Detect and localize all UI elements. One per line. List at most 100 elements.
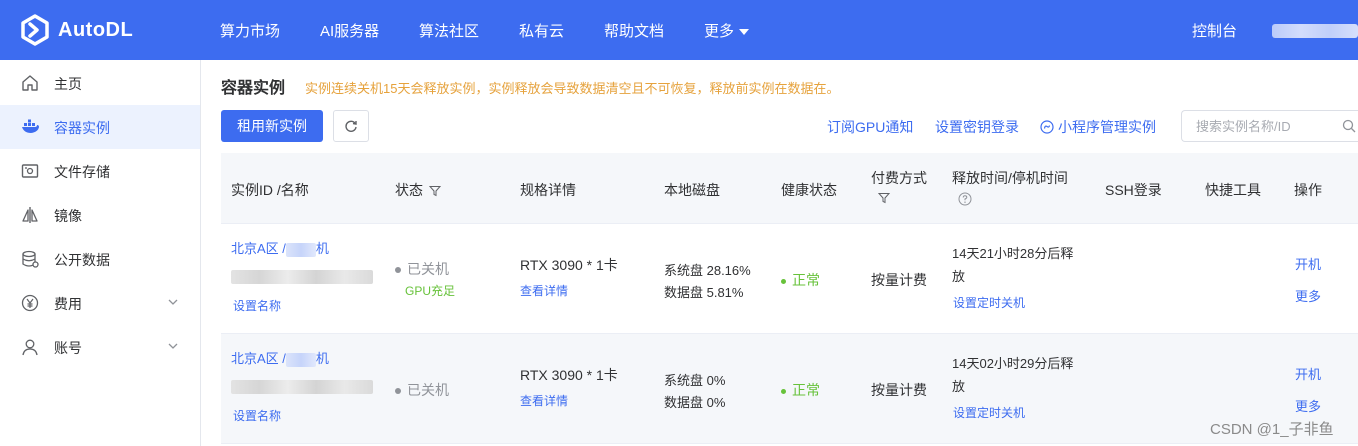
scheduled-shutdown-link[interactable]: 设置定时关机 [953, 404, 1025, 421]
system-disk-usage: 系统盘 28.16% [664, 263, 751, 278]
subscribe-gpu-notification-link[interactable]: 订阅GPU通知 [827, 117, 913, 137]
col-local-disk: 本地磁盘 [664, 182, 720, 198]
power-on-button[interactable]: 开机 [1295, 254, 1321, 273]
page-title: 容器实例 [221, 80, 286, 97]
sidebar-item-label: 容器实例 [54, 120, 110, 136]
watermark: CSDN @1_子非鱼 [1210, 421, 1334, 438]
release-time-cont: 放 [952, 379, 966, 394]
more-actions-button[interactable]: 更多 [1295, 396, 1321, 415]
release-time: 14天21小时28分后释 [952, 246, 1074, 261]
nav-algorithm-community[interactable]: 算法社区 [419, 20, 479, 41]
instance-name-suffix: 机 [315, 351, 329, 366]
release-warning-notice: 实例连续关机15天会释放实例，实例释放会导致数据清空且不可恢复，释放前实例在数据… [305, 81, 840, 96]
sidebar: 主页 容器实例 文件存储 镜像 公开数据 费用 账号 [0, 60, 201, 446]
redacted-instance-id [231, 380, 373, 394]
search-input[interactable] [1181, 110, 1358, 142]
status-dot [395, 267, 401, 274]
health-dot [781, 388, 786, 394]
col-release-time: 释放时间/停机时间 [952, 170, 1068, 186]
nav-compute-market[interactable]: 算力市场 [220, 20, 280, 41]
instance-region: 北京A区 / [231, 241, 286, 256]
billing-mode: 按量计费 [871, 382, 927, 398]
release-time-cont: 放 [952, 269, 966, 284]
refresh-icon [345, 120, 357, 132]
data-disk-usage: 数据盘 5.81% [664, 285, 744, 300]
nav-more-label: 更多 [704, 23, 735, 40]
instance-region: 北京A区 / [231, 351, 286, 366]
health-status: 正常 [781, 270, 820, 290]
sidebar-item-containers[interactable]: 容器实例 [0, 105, 200, 149]
data-disk-usage: 数据盘 0% [664, 395, 726, 410]
set-name-link[interactable]: 设置名称 [233, 407, 281, 424]
gpu-spec: RTX 3090 * 1卡 [520, 367, 618, 383]
redacted-instance-id [231, 270, 373, 284]
status-dot [395, 388, 401, 395]
brand-name: AutoDL [58, 18, 134, 41]
nav-more-menu[interactable]: 更多 [704, 20, 750, 41]
status-badge: 已关机 [395, 380, 449, 400]
health-dot [781, 278, 786, 284]
instance-region-link[interactable]: 北京A区 / 机 [231, 348, 329, 367]
sidebar-item-home[interactable]: 主页 [0, 61, 200, 105]
view-details-link[interactable]: 查看详情 [520, 392, 568, 409]
col-instance-id: 实例ID /名称 [231, 182, 309, 198]
image-icon [22, 207, 38, 223]
table-row: 北京A区 / 机 设置名称 已关机 GPU充足 RTX 3090 * 1卡 查看详… [221, 224, 1358, 334]
health-text: 正常 [792, 382, 820, 398]
ssh-key-login-link[interactable]: 设置密钥登录 [935, 117, 1019, 137]
top-nav-bar: AutoDL 算力市场 AI服务器 算法社区 私有云 帮助文档 更多 控制台 [0, 0, 1358, 60]
instance-region-link[interactable]: 北京A区 / 机 [231, 238, 329, 257]
yen-icon [21, 294, 39, 312]
sidebar-item-label: 费用 [54, 296, 82, 312]
power-on-button[interactable]: 开机 [1295, 364, 1321, 383]
nav-ai-server[interactable]: AI服务器 [320, 20, 379, 41]
col-status: 状态 [395, 180, 441, 200]
more-actions-button[interactable]: 更多 [1295, 286, 1321, 305]
filter-icon[interactable] [429, 185, 441, 197]
table-header: 实例ID /名称 状态 规格详情 本地磁盘 健康状态 付费方式 释放时间/停机时… [221, 153, 1358, 224]
health-status: 正常 [781, 380, 820, 400]
sidebar-item-account[interactable]: 账号 [0, 325, 200, 369]
nav-help-docs[interactable]: 帮助文档 [604, 20, 664, 41]
sidebar-item-label: 公开数据 [54, 252, 110, 268]
gpu-spec: RTX 3090 * 1卡 [520, 257, 618, 273]
search-icon[interactable] [1342, 119, 1356, 133]
system-disk-usage: 系统盘 0% [664, 373, 726, 388]
sidebar-item-file-storage[interactable]: 文件存储 [0, 149, 200, 193]
miniapp-label: 小程序管理实例 [1058, 119, 1156, 135]
col-status-label: 状态 [395, 182, 423, 198]
rent-new-instance-button[interactable]: 租用新实例 [221, 110, 323, 142]
redacted-name [285, 242, 316, 257]
chevron-down-icon [168, 343, 178, 349]
user-icon [22, 339, 38, 356]
miniapp-manage-link[interactable]: 小程序管理实例 [1040, 117, 1156, 137]
col-ssh-login: SSH登录 [1105, 182, 1162, 198]
nav-console[interactable]: 控制台 [1192, 20, 1237, 41]
user-account-menu[interactable] [1272, 24, 1358, 38]
col-billing: 付费方式 [871, 170, 927, 186]
instance-name-suffix: 机 [315, 241, 329, 256]
sidebar-item-billing[interactable]: 费用 [0, 281, 200, 325]
autodl-logo-icon [21, 14, 49, 46]
sidebar-item-images[interactable]: 镜像 [0, 193, 200, 237]
col-spec: 规格详情 [520, 182, 576, 198]
view-details-link[interactable]: 查看详情 [520, 282, 568, 299]
col-operations: 操作 [1294, 182, 1322, 198]
col-health: 健康状态 [781, 182, 837, 198]
refresh-button[interactable] [333, 110, 369, 142]
sidebar-item-public-data[interactable]: 公开数据 [0, 237, 200, 281]
storage-icon [21, 164, 39, 178]
filter-icon[interactable] [878, 192, 890, 204]
nav-private-cloud[interactable]: 私有云 [519, 20, 564, 41]
gpu-availability: GPU充足 [405, 284, 456, 298]
scheduled-shutdown-link[interactable]: 设置定时关机 [953, 294, 1025, 311]
help-icon[interactable] [958, 192, 972, 206]
set-name-link[interactable]: 设置名称 [233, 297, 281, 314]
billing-mode: 按量计费 [871, 272, 927, 288]
brand-logo[interactable]: AutoDL [20, 14, 133, 46]
status-text: 已关机 [407, 382, 449, 398]
caret-down-icon [739, 29, 750, 36]
health-text: 正常 [792, 272, 820, 288]
sidebar-item-label: 镜像 [54, 208, 82, 224]
miniapp-icon [1040, 120, 1054, 134]
